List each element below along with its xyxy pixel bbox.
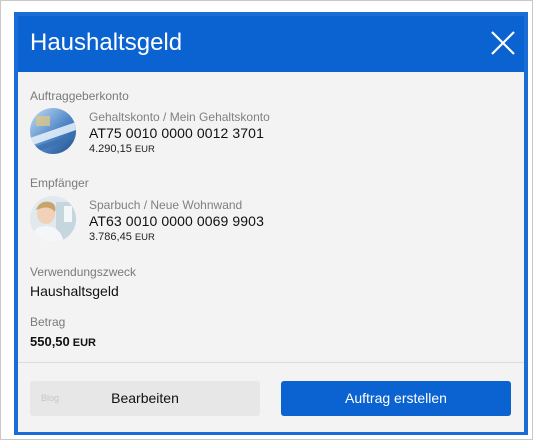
person-avatar (30, 196, 76, 242)
create-order-button-label: Auftrag erstellen (345, 390, 447, 406)
transfer-dialog: Haushaltsgeld Auftraggeberkonto Gehaltsk… (14, 12, 528, 435)
recipient-avatar (30, 196, 76, 242)
close-button[interactable] (490, 30, 516, 56)
amount-display: 550,50 EUR (30, 334, 96, 349)
recipient-balance: 3.786,45 EUR (89, 231, 155, 243)
close-icon (491, 31, 515, 55)
dialog-header: Haushaltsgeld (18, 16, 524, 72)
purpose-value: Haushaltsgeld (30, 283, 119, 299)
sender-iban: AT75 0010 0000 0012 3701 (89, 125, 264, 141)
purpose-label: Verwendungszweck (30, 265, 137, 279)
card-avatar (30, 108, 76, 154)
sender-balance: 4.290,15 EUR (89, 143, 155, 155)
amount-label: Betrag (30, 315, 66, 329)
recipient-section-label: Empfänger (30, 176, 89, 190)
window-frame: Haushaltsgeld Auftraggeberkonto Gehaltsk… (0, 0, 533, 440)
amount-currency: EUR (72, 337, 96, 349)
sender-section-label: Auftraggeberkonto (30, 89, 129, 103)
sender-balance-value: 4.290,15 (89, 143, 132, 155)
sender-balance-currency: EUR (134, 144, 155, 155)
edit-button-label: Bearbeiten (111, 390, 179, 406)
recipient-balance-value: 3.786,45 (89, 231, 132, 243)
recipient-account-name: Sparbuch / Neue Wohnwand (89, 198, 243, 212)
dialog-content: Auftraggeberkonto Gehaltskonto / Mein Ge… (18, 72, 524, 359)
dialog-footer: Blog Bearbeiten Auftrag erstellen (18, 362, 524, 432)
sender-account-name: Gehaltskonto / Mein Gehaltskonto (89, 110, 270, 124)
ghost-text: Blog (41, 393, 60, 403)
recipient-iban: AT63 0010 0000 0069 9903 (89, 213, 264, 229)
recipient-balance-currency: EUR (134, 232, 155, 243)
sender-avatar (30, 108, 76, 154)
dialog-title: Haushaltsgeld (30, 29, 183, 56)
amount-value: 550,50 (30, 334, 70, 349)
create-order-button[interactable]: Auftrag erstellen (281, 381, 511, 416)
edit-button[interactable]: Blog Bearbeiten (30, 381, 260, 416)
